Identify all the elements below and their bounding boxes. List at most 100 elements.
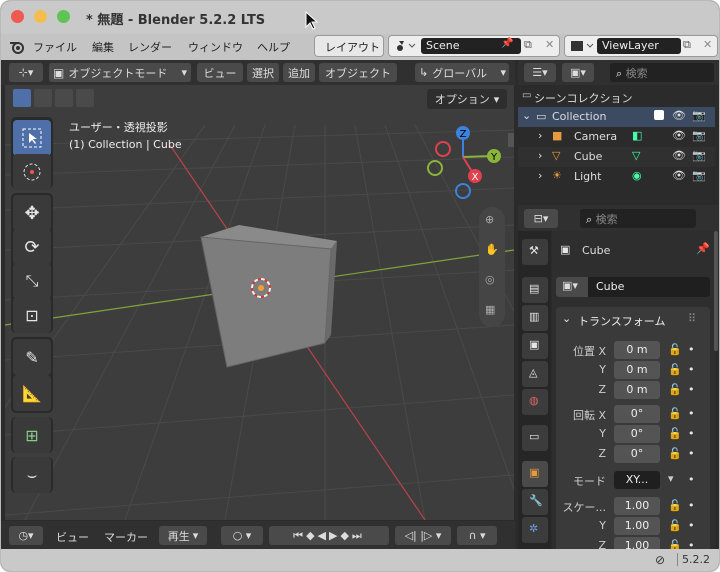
eye-icon[interactable]: 👁: [672, 149, 686, 162]
close-window-button[interactable]: [11, 10, 24, 23]
expand-arrow-icon[interactable]: ›: [538, 149, 542, 162]
expand-arrow-icon[interactable]: ›: [538, 129, 542, 142]
lock-icon[interactable]: 🔓: [668, 383, 682, 396]
tab-render[interactable]: ▤: [522, 277, 548, 303]
move-tool[interactable]: ✥: [13, 195, 51, 231]
tab-modifiers[interactable]: 🔧: [522, 489, 548, 515]
workspace-tab-layout[interactable]: レイアウト: [314, 35, 384, 57]
blender-logo-icon[interactable]: [9, 40, 25, 54]
object-name-field[interactable]: ▣▾ Cube: [556, 277, 710, 297]
camera-render-icon[interactable]: 📷: [692, 109, 706, 122]
annotate-tool[interactable]: ✎: [13, 339, 51, 375]
view-layer-selector[interactable]: ViewLayer ⧉ ✕: [564, 35, 718, 57]
expand-arrow-icon[interactable]: ›: [538, 169, 542, 182]
eye-icon[interactable]: 👁: [672, 129, 686, 142]
properties-scrollbar[interactable]: [714, 231, 718, 351]
sidebar-toggle[interactable]: [508, 133, 514, 147]
keyframe-dot-icon[interactable]: •: [688, 383, 695, 396]
camera-render-icon[interactable]: 📷: [692, 169, 706, 182]
expand-arrow-icon[interactable]: ⌄: [522, 109, 531, 122]
editor-type-button[interactable]: ⊹▾: [9, 63, 43, 82]
keyframe-dot-icon[interactable]: •: [688, 363, 695, 376]
select-invert-icon[interactable]: [76, 89, 94, 107]
tab-output[interactable]: ▥: [522, 305, 548, 331]
rotation-y-field[interactable]: 0°: [614, 425, 660, 443]
grid-view-icon[interactable]: ▦: [485, 303, 495, 316]
measure-tool[interactable]: 📐: [13, 375, 51, 411]
menu-view[interactable]: ビュー: [197, 63, 243, 82]
keyframe-dot-icon[interactable]: •: [688, 343, 695, 356]
camera-render-icon[interactable]: 📷: [692, 129, 706, 142]
rotation-z-field[interactable]: 0°: [614, 445, 660, 463]
lock-icon[interactable]: 🔓: [668, 519, 682, 532]
rotate-tool[interactable]: ⟳: [13, 229, 51, 265]
keyframe-dot-icon[interactable]: •: [688, 407, 695, 420]
scale-y-field[interactable]: 1.00: [614, 517, 660, 535]
keyframe-dot-icon[interactable]: •: [688, 499, 695, 512]
navigation-gizmo[interactable]: Z Y X: [419, 123, 509, 203]
playback-controls[interactable]: ⏮◆◀▶◆⏭: [269, 526, 389, 545]
tab-world[interactable]: ◍: [522, 389, 548, 415]
scale-tool[interactable]: ⤡: [13, 263, 51, 299]
select-box-tool[interactable]: [13, 120, 51, 156]
lock-icon[interactable]: 🔓: [668, 499, 682, 512]
outliner-row-cube[interactable]: › ▽ Cube ▽ 👁 📷: [518, 147, 715, 167]
tab-object[interactable]: ▣: [522, 461, 548, 487]
menu-edit[interactable]: 編集: [92, 39, 114, 55]
drag-handle-icon[interactable]: ⠿: [688, 312, 696, 325]
rotation-x-field[interactable]: 0°: [614, 405, 660, 423]
menu-render[interactable]: レンダー: [128, 39, 172, 55]
outliner-row-light[interactable]: › ☀ Light ◉ 👁 📷: [518, 167, 715, 187]
location-y-field[interactable]: 0 m: [614, 361, 660, 379]
panel-collapse-icon[interactable]: ⌄: [562, 312, 571, 325]
eye-icon[interactable]: 👁: [672, 169, 686, 182]
lock-icon[interactable]: 🔓: [668, 363, 682, 376]
rotation-mode-select[interactable]: XY...: [614, 471, 660, 489]
mode-selector[interactable]: ▣ オブジェクトモード ▾: [49, 63, 191, 82]
auto-key-toggle[interactable]: ○ ▾: [221, 526, 263, 545]
lock-icon[interactable]: 🔓: [668, 343, 682, 356]
exclude-checkbox[interactable]: [654, 110, 664, 120]
properties-editor-type[interactable]: ⊟▾: [524, 209, 558, 228]
timeline-menu-view[interactable]: ビュー: [56, 529, 89, 545]
keyframe-dot-icon[interactable]: •: [688, 427, 695, 440]
transform-orientation-selector[interactable]: ↳ グローバル ▾: [415, 63, 509, 82]
scene-selector[interactable]: Scene 📌 ⧉ ✕: [388, 35, 560, 57]
timeline-menu-marker[interactable]: マーカー: [104, 529, 148, 545]
menu-window[interactable]: ウィンドウ: [188, 39, 243, 55]
outliner-search[interactable]: ⌕ 検索: [610, 63, 714, 82]
eye-icon[interactable]: 👁: [672, 109, 686, 122]
select-subtract-icon[interactable]: [55, 89, 73, 107]
lock-icon[interactable]: 🔓: [668, 407, 682, 420]
viewport-options-button[interactable]: オプション ▾: [427, 89, 507, 109]
outliner-editor-type[interactable]: ☰▾: [524, 63, 556, 82]
camera-render-icon[interactable]: 📷: [692, 149, 706, 162]
add-cube-tool[interactable]: ⊞: [13, 417, 51, 453]
new-scene-icon[interactable]: ⧉: [524, 38, 532, 52]
zoom-icon[interactable]: ⊕: [485, 213, 494, 226]
menu-help[interactable]: ヘルプ: [257, 39, 290, 55]
keyframe-dot-icon[interactable]: •: [688, 519, 695, 532]
location-z-field[interactable]: 0 m: [614, 381, 660, 399]
snap-toggle[interactable]: ∩ ▾: [457, 526, 497, 545]
outliner-row-camera[interactable]: › ■ Camera ◧ 👁 📷: [518, 127, 715, 147]
display-mode[interactable]: ▣▾: [562, 63, 594, 82]
transform-tool[interactable]: ⊡: [13, 297, 51, 333]
keyframe-dot-icon[interactable]: •: [688, 473, 695, 486]
outliner-scene-collection[interactable]: ▭ シーンコレクション: [518, 87, 715, 107]
pin-icon[interactable]: 📌: [501, 38, 513, 49]
menu-file[interactable]: ファイル: [33, 39, 77, 55]
lock-icon[interactable]: 🔓: [668, 427, 682, 440]
select-extend-icon[interactable]: [34, 89, 52, 107]
transform-panel-title[interactable]: トランスフォーム: [578, 313, 665, 329]
cube-object[interactable]: [200, 225, 337, 368]
view-layer-name[interactable]: ViewLayer: [602, 39, 659, 52]
keyframe-dot-icon[interactable]: •: [688, 447, 695, 460]
outliner-collection[interactable]: ⌄ ▭ Collection 👁 📷: [518, 107, 715, 127]
3d-viewport[interactable]: ユーザー・透視投影 (1) Collection | Cube オプション ▾ ✥…: [5, 85, 514, 520]
tab-view-layer[interactable]: ▣: [522, 333, 548, 359]
tab-scene[interactable]: ◬: [522, 361, 548, 387]
remove-view-layer-icon[interactable]: ✕: [703, 38, 712, 51]
tab-collection[interactable]: ▭: [522, 425, 548, 451]
playback-menu[interactable]: 再生 ▾: [159, 526, 207, 545]
